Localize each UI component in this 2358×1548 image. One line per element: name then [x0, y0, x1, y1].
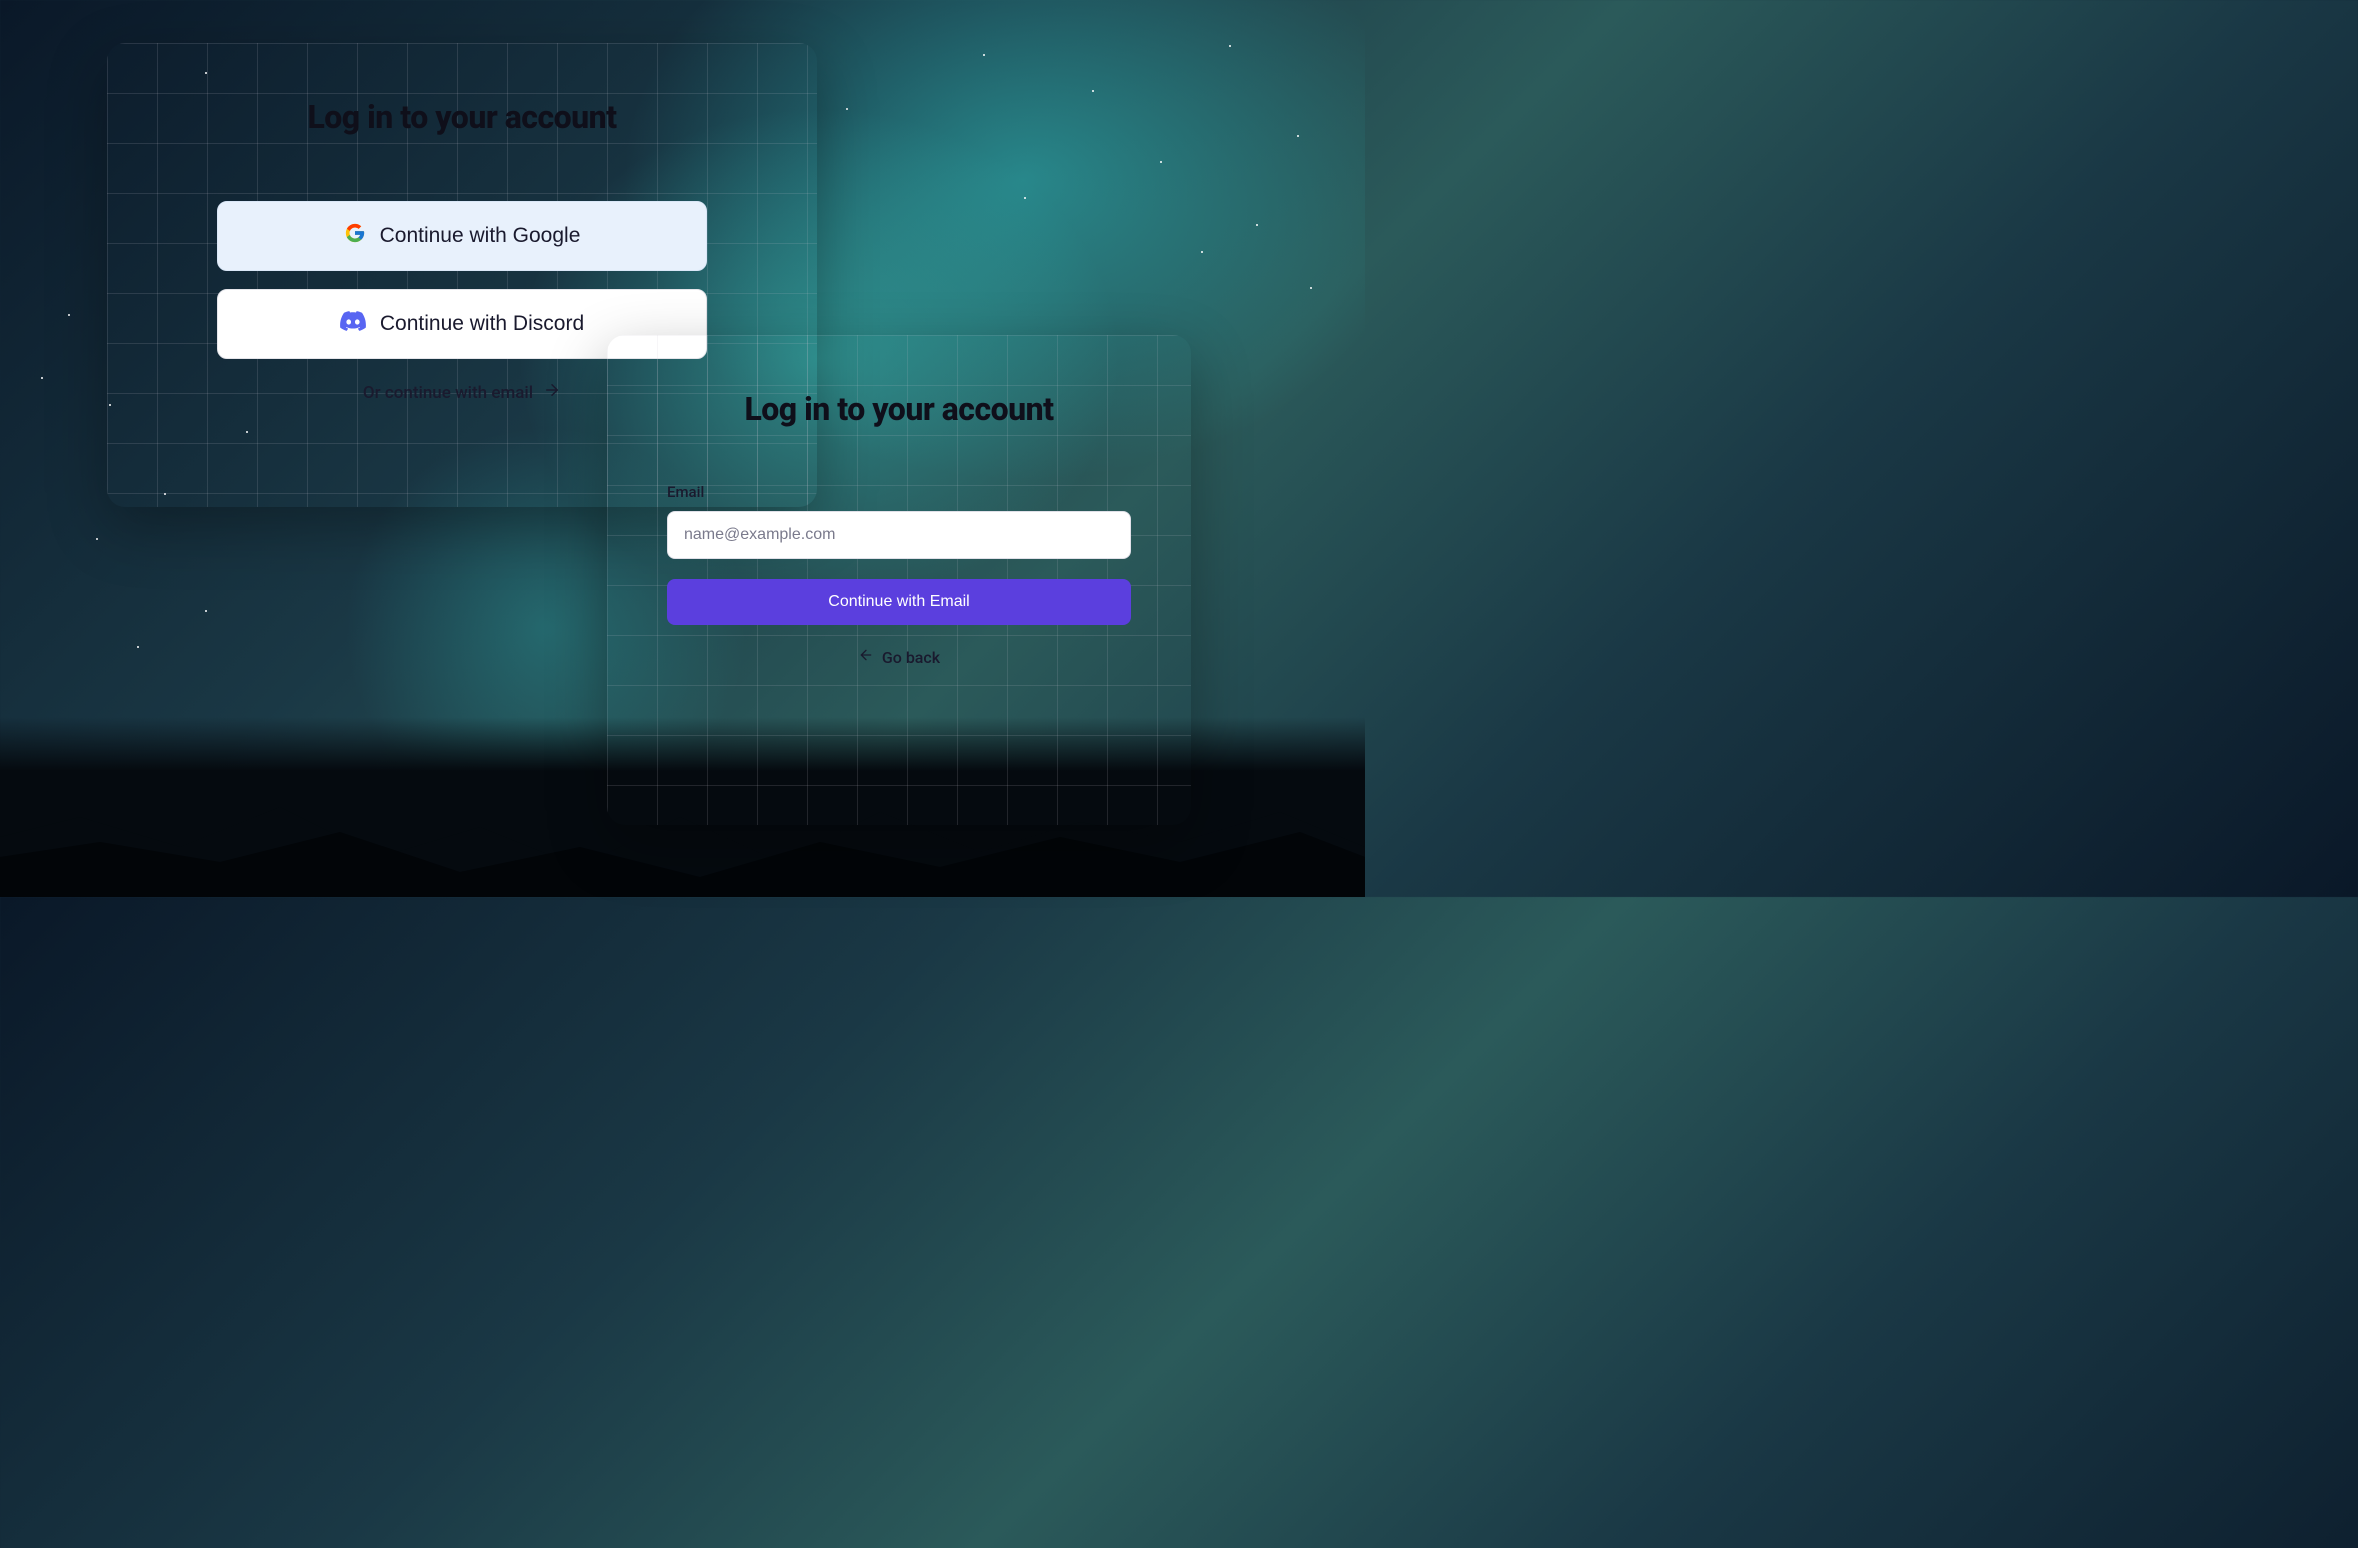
- back-label: Go back: [882, 648, 940, 667]
- email-form-group: Email: [667, 483, 1131, 559]
- email-field[interactable]: [667, 511, 1131, 559]
- discord-icon: [340, 311, 366, 337]
- login-email-card: Log in to your account Email Continue wi…: [607, 335, 1191, 825]
- email-label: Email: [667, 483, 1131, 501]
- google-icon: [344, 222, 366, 250]
- arrow-right-icon: [543, 381, 561, 404]
- arrow-left-icon: [858, 647, 874, 667]
- continue-with-google-button[interactable]: Continue with Google: [217, 201, 707, 271]
- google-button-label: Continue with Google: [380, 224, 581, 248]
- go-back-link[interactable]: Go back: [667, 647, 1131, 667]
- card-title: Log in to your account: [217, 98, 707, 136]
- continue-with-email-button[interactable]: Continue with Email: [667, 579, 1131, 625]
- discord-button-label: Continue with Discord: [380, 312, 584, 336]
- email-option-label: Or continue with email: [363, 383, 533, 403]
- card-title: Log in to your account: [667, 390, 1131, 428]
